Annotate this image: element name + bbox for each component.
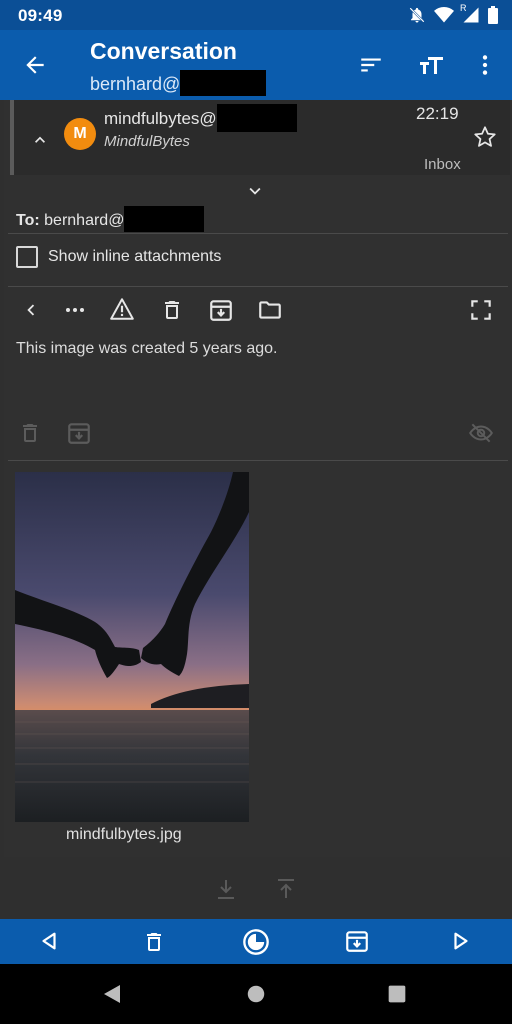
chevron-up-icon [35, 136, 45, 143]
back-button[interactable] [22, 52, 48, 78]
redacted-block [180, 70, 267, 96]
message-body: This image was created 5 years ago. [16, 340, 278, 357]
nav-recents-icon [388, 985, 406, 1003]
more-vert-icon [482, 55, 488, 75]
save-button[interactable] [214, 876, 238, 902]
text-size-icon [420, 57, 443, 74]
delete-button[interactable] [160, 297, 184, 323]
delete-icon [147, 933, 161, 951]
attachments-archive-button[interactable] [66, 420, 92, 446]
upload-button[interactable] [274, 876, 298, 902]
to-label: To: [16, 212, 40, 229]
archive-icon [68, 423, 90, 444]
download-icon [218, 880, 234, 899]
folder-label: Inbox [424, 156, 461, 173]
redacted-block [216, 104, 297, 132]
recipient-line: To: bernhard@ [16, 206, 205, 232]
wifi-icon [434, 7, 454, 23]
hide-images-button[interactable] [466, 420, 496, 446]
back-arrow-icon [26, 56, 44, 74]
archive-button[interactable] [208, 297, 234, 323]
attachment-filename: mindfulbytes.jpg [66, 826, 182, 843]
eye-off-icon [469, 423, 493, 443]
delete-icon [23, 424, 37, 442]
status-bar: 09:49 R [0, 0, 512, 30]
inline-attachments-label: Show inline attachments [48, 248, 222, 265]
bell-off-icon [409, 7, 425, 23]
more-actions-button[interactable] [62, 298, 88, 322]
status-time: 09:49 [18, 6, 63, 25]
attachment-image[interactable] [15, 472, 249, 822]
report-spam-button[interactable] [108, 296, 136, 322]
network-roaming-label: R [460, 3, 467, 13]
snooze-button[interactable] [242, 928, 270, 956]
text-size-button[interactable] [418, 52, 446, 78]
sunset-hands-image [15, 472, 249, 822]
nav-back-icon [104, 985, 120, 1003]
nav-back-button[interactable] [100, 982, 124, 1006]
nav-home-icon [247, 985, 265, 1003]
next-button[interactable] [450, 930, 472, 952]
message-card: mindfulbytes@ 22:19 M MindfulBytes Inbox… [4, 100, 510, 857]
chevron-left-icon [27, 304, 35, 316]
next-icon [454, 932, 468, 950]
divider [8, 460, 508, 461]
sort-button[interactable] [358, 52, 384, 78]
chevron-down-icon [249, 187, 261, 195]
star-icon [474, 126, 496, 147]
recipient-address: bernhard@ [44, 212, 125, 229]
expand-details-button[interactable] [244, 180, 266, 202]
fullscreen-button[interactable] [468, 297, 494, 323]
nav-home-button[interactable] [245, 983, 267, 1005]
bottom-action-bar [0, 919, 512, 964]
folder-icon [259, 301, 281, 319]
divider [8, 233, 508, 234]
sort-icon [361, 58, 381, 72]
fullscreen-icon [471, 300, 491, 320]
page-title: Conversation [90, 38, 237, 64]
signal-icon: R [460, 3, 480, 24]
divider [8, 286, 508, 287]
delete-icon [165, 301, 179, 319]
upload-icon [278, 879, 294, 898]
sender-name: MindfulBytes [104, 133, 190, 150]
previous-button[interactable] [38, 930, 60, 952]
nav-recents-button[interactable] [387, 984, 407, 1004]
warning-icon [110, 298, 134, 320]
app-bar: Conversation bernhard@ [0, 30, 512, 100]
bottom-delete-button[interactable] [142, 929, 166, 955]
more-horiz-icon [66, 308, 84, 312]
account-address-text: bernhard@ [90, 74, 181, 94]
system-nav-bar [0, 964, 512, 1024]
message-header[interactable]: mindfulbytes@ 22:19 M MindfulBytes Inbox [10, 100, 510, 175]
attachments-delete-button[interactable] [18, 420, 42, 446]
sender-address-text: mindfulbytes@ [104, 109, 217, 128]
collapse-button[interactable] [30, 130, 50, 150]
move-to-folder-button[interactable] [256, 297, 284, 323]
archive-icon [346, 931, 368, 952]
sender-address: mindfulbytes@ [104, 104, 297, 132]
star-button[interactable] [472, 124, 498, 150]
inline-attachments-checkbox[interactable] [16, 246, 38, 268]
previous-message-button[interactable] [20, 298, 42, 322]
avatar: M [64, 118, 96, 150]
bottom-archive-button[interactable] [344, 928, 370, 954]
battery-icon [488, 6, 498, 24]
redacted-block [124, 206, 205, 232]
status-icons: R [408, 3, 498, 24]
snooze-icon [243, 929, 269, 955]
inline-attachments-toggle[interactable]: Show inline attachments [16, 246, 221, 268]
more-options-button[interactable] [472, 52, 498, 78]
archive-icon [210, 300, 232, 321]
message-time: 22:19 [416, 104, 459, 123]
account-address: bernhard@ [90, 70, 267, 96]
previous-icon [42, 932, 56, 950]
